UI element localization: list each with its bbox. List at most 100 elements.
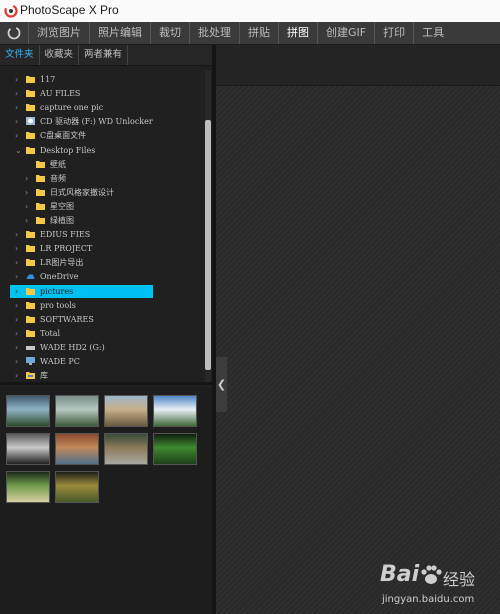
photo-thumbnail[interactable] bbox=[153, 395, 197, 427]
cloud-icon bbox=[26, 274, 35, 280]
chevron-right-icon[interactable]: › bbox=[15, 285, 18, 298]
photo-thumbnail[interactable] bbox=[6, 433, 50, 465]
nav-tab[interactable]: 创建GIF bbox=[317, 22, 374, 44]
chevron-right-icon[interactable]: › bbox=[25, 172, 28, 185]
chevron-right-icon[interactable]: › bbox=[15, 73, 18, 86]
tree-item[interactable]: › C盘桌面文件 bbox=[0, 129, 206, 142]
collapse-panel-button[interactable]: ❮ bbox=[216, 357, 227, 412]
tree-item[interactable]: › 库 bbox=[0, 369, 206, 380]
nav-tab[interactable]: 打印 bbox=[374, 22, 413, 44]
folder-icon bbox=[26, 146, 35, 154]
app-menu-icon[interactable] bbox=[6, 25, 22, 41]
tree-item[interactable]: › 日式风格家撤设计 bbox=[0, 186, 206, 199]
pc-icon bbox=[26, 357, 35, 365]
chevron-right-icon[interactable]: › bbox=[15, 270, 18, 283]
nav-tab[interactable]: 浏览图片 bbox=[28, 22, 89, 44]
watermark-brand-cn: 经验 bbox=[443, 570, 476, 589]
tree-item-label: WADE HD2 (G:) bbox=[40, 342, 105, 352]
watermark: Bai 经验 jingyan.baidu.com bbox=[360, 560, 500, 610]
tree-item[interactable]: › capture one pic bbox=[0, 101, 206, 114]
folder-icon bbox=[36, 217, 45, 224]
photo-thumbnail[interactable] bbox=[55, 395, 99, 427]
nav-tab[interactable]: 工具 bbox=[413, 22, 452, 44]
panel-tab[interactable]: 收藏夹 bbox=[40, 45, 80, 65]
folder-icon bbox=[26, 315, 35, 323]
tree-item[interactable]: › 绿植图 bbox=[0, 214, 206, 227]
tree-item[interactable]: › 117 bbox=[0, 73, 206, 86]
photo-thumbnail[interactable] bbox=[6, 395, 50, 427]
canvas-toolbar-area bbox=[216, 45, 500, 86]
tree-scrollbar[interactable] bbox=[205, 70, 211, 385]
tree-item[interactable]: › LR图片导出 bbox=[0, 256, 206, 269]
tree-item-label: SOFTWARES bbox=[40, 314, 94, 324]
nav-tab[interactable]: 裁切 bbox=[150, 22, 189, 44]
nav-tab[interactable]: 拼贴 bbox=[239, 22, 278, 44]
tree-item[interactable]: › Total bbox=[0, 327, 206, 340]
tree-item-label: 壁纸 bbox=[50, 159, 66, 169]
folder-icon bbox=[26, 104, 35, 112]
photo-thumbnail[interactable] bbox=[153, 433, 197, 465]
puzzle-canvas[interactable] bbox=[216, 86, 500, 614]
tree-item[interactable]: › EDIUS FIES bbox=[0, 228, 206, 241]
tree-item[interactable]: › LR PROJECT bbox=[0, 242, 206, 255]
nav-tab[interactable]: 批处理 bbox=[189, 22, 239, 44]
chevron-right-icon[interactable]: › bbox=[15, 115, 18, 128]
chevron-right-icon[interactable]: › bbox=[15, 369, 18, 380]
tree-scrollbar-thumb[interactable] bbox=[205, 120, 211, 370]
folder-icon bbox=[26, 90, 35, 98]
tree-item[interactable]: › pictures bbox=[10, 284, 153, 298]
tree-item[interactable]: › SOFTWARES bbox=[0, 313, 206, 326]
tree-item[interactable]: › WADE HD2 (G:) bbox=[0, 341, 206, 354]
tree-item[interactable]: › AU FILES bbox=[0, 87, 206, 100]
tree-item[interactable]: › pro tools bbox=[0, 299, 206, 312]
tree-item[interactable]: › 星空图 bbox=[0, 200, 206, 213]
folder-icon bbox=[36, 188, 45, 196]
panel-tab[interactable]: 两者兼有 bbox=[79, 45, 129, 65]
tree-item[interactable]: › CD 驱动器 (F:) WD Unlocker bbox=[0, 115, 206, 128]
folder-icon bbox=[26, 231, 35, 239]
chevron-right-icon[interactable]: › bbox=[25, 200, 28, 213]
chevron-right-icon[interactable]: › bbox=[15, 327, 18, 340]
photo-thumbnail[interactable] bbox=[55, 433, 99, 465]
chevron-right-icon[interactable]: › bbox=[25, 186, 28, 199]
photo-thumbnail[interactable] bbox=[6, 471, 50, 503]
folder-icon bbox=[36, 202, 45, 210]
panel-tab[interactable]: 文件夹 bbox=[0, 45, 40, 65]
chevron-right-icon[interactable]: › bbox=[15, 355, 18, 368]
folder-icon bbox=[26, 132, 35, 140]
nav-tab[interactable]: 拼图 bbox=[278, 22, 317, 44]
chevron-right-icon[interactable]: › bbox=[15, 101, 18, 114]
photo-thumbnail[interactable] bbox=[104, 395, 148, 427]
photo-thumbnail[interactable] bbox=[104, 433, 148, 465]
nav-tab[interactable]: 照片编辑 bbox=[89, 22, 150, 44]
tree-item-label: 音频 bbox=[50, 173, 66, 183]
tree-item-label: pictures bbox=[40, 286, 74, 296]
window-title: PhotoScape X Pro bbox=[20, 3, 119, 17]
photo-thumbnail[interactable] bbox=[55, 471, 99, 503]
tree-item-label: LR PROJECT bbox=[40, 244, 93, 254]
chevron-right-icon[interactable]: › bbox=[15, 299, 18, 312]
chevron-right-icon[interactable]: › bbox=[15, 256, 18, 269]
tree-item[interactable]: › OneDrive bbox=[0, 270, 206, 283]
paw-icon bbox=[421, 565, 442, 584]
folder-tree: › 117 › AU FILES › capture one pic › CD 驱动器 (F:… bbox=[0, 70, 206, 380]
chevron-down-icon[interactable]: ⌄ bbox=[15, 144, 22, 157]
chevron-right-icon[interactable]: › bbox=[15, 87, 18, 100]
chevron-right-icon[interactable]: › bbox=[15, 341, 18, 354]
drive-icon bbox=[26, 345, 35, 350]
tree-item[interactable]: 壁纸 bbox=[0, 158, 206, 171]
folder-icon bbox=[36, 174, 45, 182]
panel-splitter[interactable] bbox=[0, 382, 212, 385]
tree-item-label: OneDrive bbox=[40, 272, 79, 282]
tree-item-label: 日式风格家撤设计 bbox=[50, 187, 114, 197]
tree-item[interactable]: ⌄ Desktop Files bbox=[0, 144, 206, 157]
tree-item-label: EDIUS FIES bbox=[40, 230, 91, 240]
chevron-right-icon[interactable]: › bbox=[15, 228, 18, 241]
chevron-right-icon[interactable]: › bbox=[15, 313, 18, 326]
chevron-right-icon[interactable]: › bbox=[15, 242, 18, 255]
tree-item[interactable]: › 音频 bbox=[0, 172, 206, 185]
tree-item[interactable]: › WADE PC bbox=[0, 355, 206, 368]
chevron-right-icon[interactable]: › bbox=[25, 214, 28, 227]
tree-item-label: Desktop Files bbox=[40, 145, 96, 155]
chevron-right-icon[interactable]: › bbox=[15, 129, 18, 142]
